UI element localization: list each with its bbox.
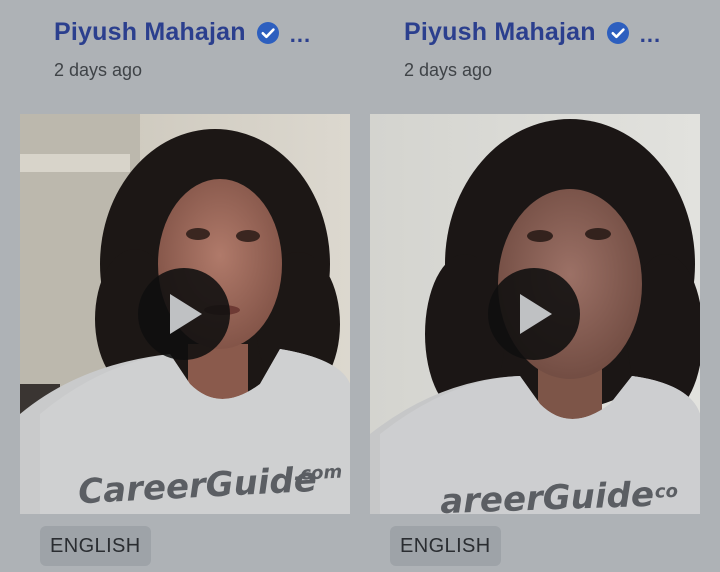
video-thumbnail[interactable]: areerGuide .co [370,114,700,514]
shirt-brand-suffix-text: .co [648,481,679,503]
author-name[interactable]: Piyush Mahajan [54,18,246,47]
post-timestamp: 2 days ago [404,60,493,80]
shirt-brand-suffix-text: .com [293,462,343,486]
video-post-card: Piyush Mahajan ... 2 days ago [370,0,700,572]
author-name[interactable]: Piyush Mahajan [404,18,596,47]
author-row: Piyush Mahajan ... [54,18,311,47]
play-icon [170,294,202,334]
more-options-button[interactable]: ... [640,23,661,46]
play-button[interactable] [488,268,580,360]
play-icon [520,294,552,334]
verified-badge-icon [606,21,630,45]
video-feed: Piyush Mahajan ... 2 days ago CareerGuid… [0,0,720,572]
video-post-card: Piyush Mahajan ... 2 days ago [20,0,350,572]
verified-badge-icon [256,21,280,45]
video-thumbnail[interactable]: CareerGuide .com [20,114,350,514]
language-tag[interactable]: ENGLISH [40,526,151,566]
shirt-brand-text: areerGuide [440,475,655,514]
more-options-button[interactable]: ... [290,23,311,46]
play-button[interactable] [138,268,230,360]
post-timestamp: 2 days ago [54,60,143,80]
author-row: Piyush Mahajan ... [404,18,661,47]
language-tag[interactable]: ENGLISH [390,526,501,566]
